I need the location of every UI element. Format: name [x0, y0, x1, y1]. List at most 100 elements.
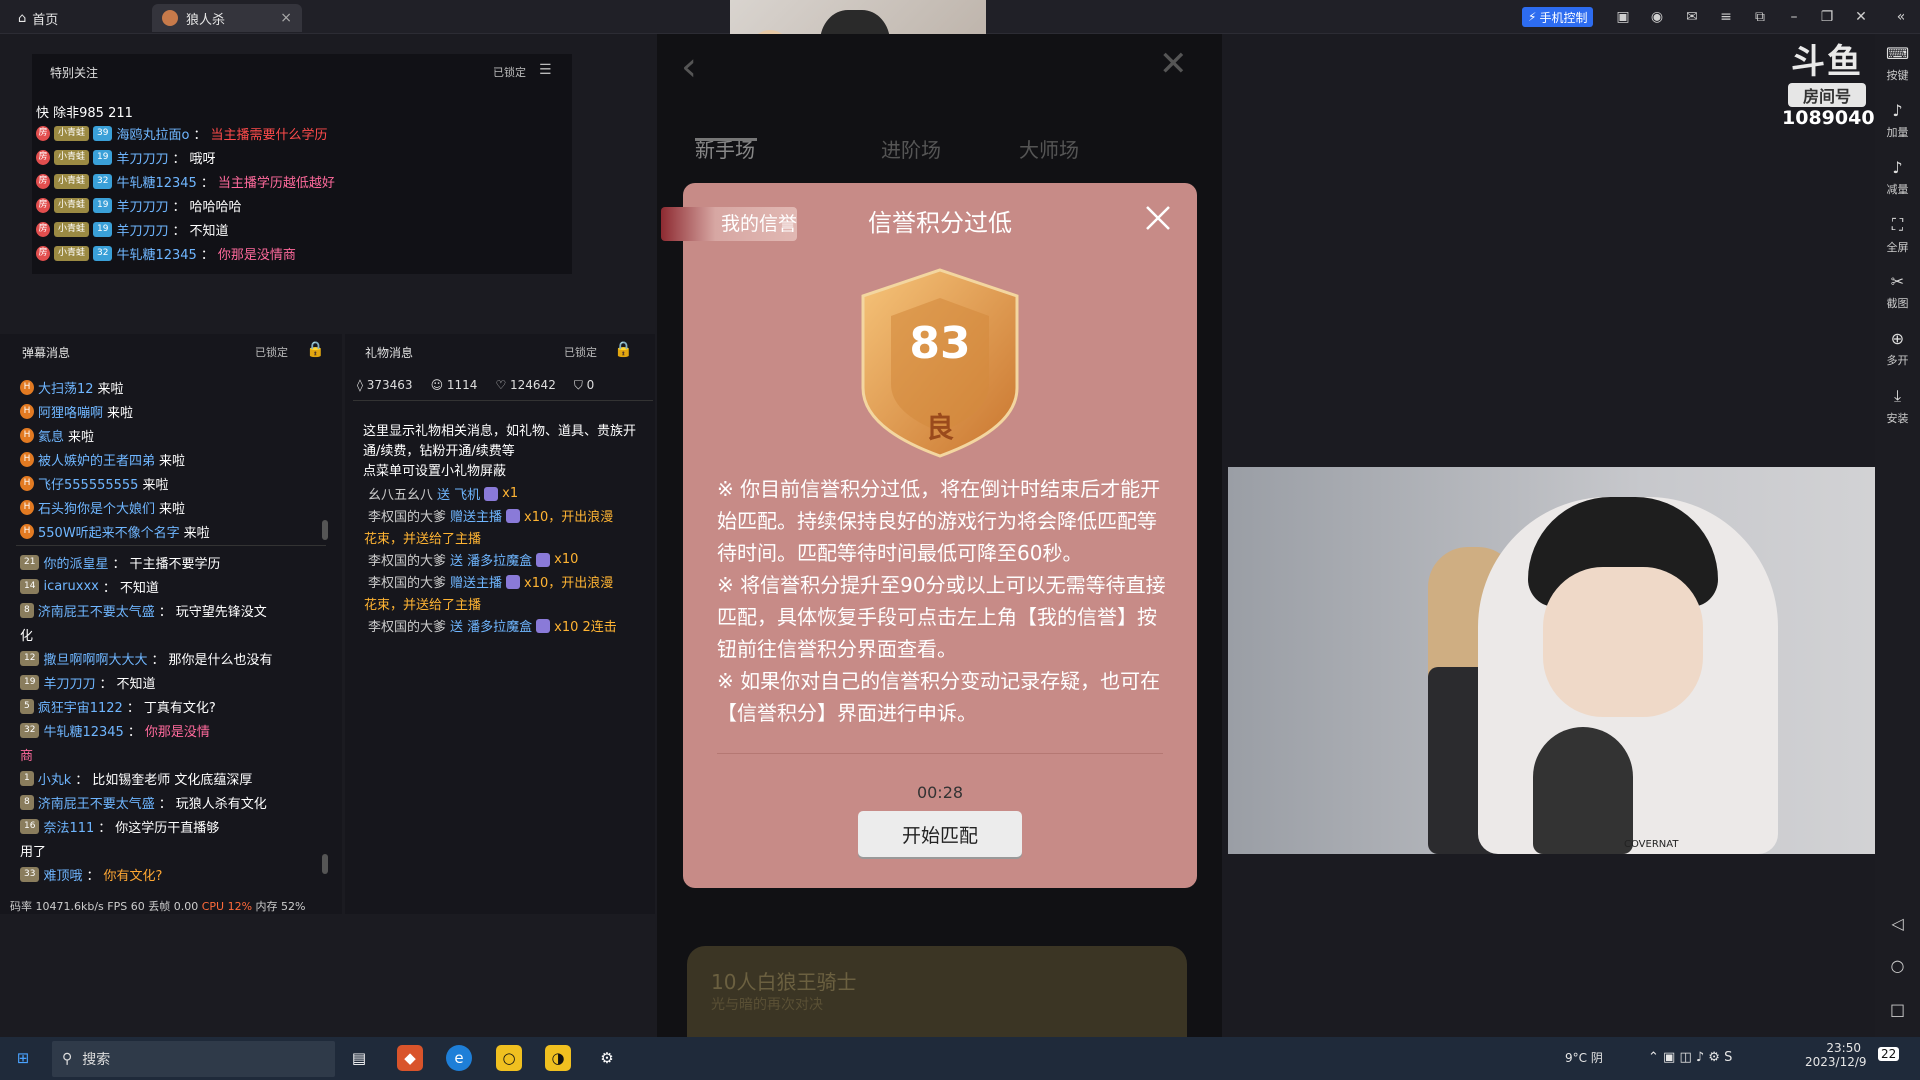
username[interactable]: icaruxxx — [43, 579, 98, 594]
tab-home[interactable]: ⌂ 首页 — [18, 4, 58, 32]
windows-start-icon[interactable]: ⊞ — [10, 1045, 36, 1071]
username[interactable]: 氦息 — [38, 426, 64, 445]
enter-text: 来啦 — [142, 478, 169, 493]
close-icon[interactable]: ✕ — [1852, 8, 1870, 26]
username[interactable]: 羊刀刀刀 — [116, 220, 168, 239]
weather[interactable]: 9°C 阴 — [1565, 1049, 1603, 1066]
username[interactable]: 难顶哦 — [43, 865, 82, 884]
close-game-icon[interactable]: ✕ — [1159, 44, 1188, 84]
fan-badge: 小青蛙 — [54, 126, 90, 141]
username[interactable]: 济南屁王不要太气盛 — [38, 601, 155, 620]
douyu-app-icon[interactable]: ◆ — [397, 1045, 423, 1071]
lock-icon[interactable]: 🔒 — [614, 340, 633, 358]
pip-icon[interactable]: ⧉ — [1751, 8, 1769, 26]
menu-icon[interactable]: ☰ — [539, 62, 552, 78]
toolbar-item[interactable]: ✂ 截图 — [1875, 272, 1920, 311]
username[interactable]: 济南屁王不要太气盛 — [38, 793, 155, 812]
user-badge-icon: H — [20, 404, 34, 419]
room-badge: 房 — [36, 246, 50, 261]
lock-status[interactable]: 已锁定 — [564, 344, 597, 360]
gift-sender[interactable]: 幺八五幺八 — [368, 484, 433, 503]
gift-action: 送 潘多拉魔盒 — [450, 620, 533, 635]
username[interactable]: 550W听起来不像个名字 — [38, 522, 180, 541]
tab-master[interactable]: 大师场 — [1019, 134, 1079, 163]
obs-icon[interactable]: ○ — [496, 1045, 522, 1071]
username[interactable]: 撒旦啊啊啊大大大 — [43, 649, 147, 668]
username[interactable]: 大扫荡12 — [38, 378, 94, 397]
toolbar-item[interactable]: ⤓ 安装 — [1875, 386, 1920, 426]
toolbar-item[interactable]: ⛶ 全屏 — [1875, 215, 1920, 255]
user-icon[interactable]: ◉ — [1648, 8, 1666, 26]
enter-line: H 阿狸咯嘣啊 来啦 — [20, 402, 133, 421]
edge-icon[interactable]: e — [446, 1045, 472, 1071]
collapse-icon[interactable]: « — [1892, 8, 1910, 26]
username[interactable]: 疯狂宇宙1122 — [38, 697, 123, 716]
task-view-icon[interactable]: ▤ — [346, 1045, 372, 1071]
tray-icons[interactable]: ⌃ ▣ ◫ ♪ ⚙ S — [1648, 1050, 1732, 1065]
username[interactable]: 小丸k — [38, 769, 72, 788]
username[interactable]: 羊刀刀刀 — [43, 673, 95, 692]
username[interactable]: 石头狗你是个大娘们 — [38, 498, 155, 517]
toolbar-item[interactable]: ⌨ 按键 — [1875, 44, 1920, 83]
toolbar-item[interactable]: ♪ 减量 — [1875, 158, 1920, 197]
menu-icon[interactable]: ≡ — [1717, 8, 1735, 26]
chat-message: 玩守望先锋没文 — [175, 605, 267, 620]
lock-icon[interactable]: 🔒 — [306, 340, 325, 358]
level-badge: 14 — [20, 579, 40, 594]
taskbar-search[interactable]: ⚲ 搜索 — [52, 1041, 335, 1077]
username[interactable]: 羊刀刀刀 — [116, 196, 168, 215]
lock-status[interactable]: 已锁定 — [255, 344, 288, 360]
user-badge-icon: H — [20, 428, 34, 443]
gift-sender[interactable]: 李权国的大爹 — [368, 616, 446, 635]
username[interactable]: 牛轧糖12345 — [43, 721, 123, 740]
chat-app-icon[interactable]: ◑ — [545, 1045, 571, 1071]
colon: ： — [99, 677, 113, 692]
settings-gear-icon[interactable]: ⚙ — [594, 1045, 620, 1071]
recents-nav-icon[interactable]: □ — [1875, 1000, 1920, 1019]
toolbar-item[interactable]: ⊕ 多开 — [1875, 329, 1920, 368]
chat-message: 玩狼人杀有文化 — [175, 797, 267, 812]
notification-center[interactable]: 22 — [1878, 1047, 1900, 1061]
username[interactable]: 牛轧糖12345 — [116, 244, 196, 263]
phone-control-button[interactable]: ⚡ 手机控制 — [1522, 7, 1594, 27]
restore-icon[interactable]: ❐ — [1818, 8, 1836, 26]
close-modal-icon[interactable] — [1143, 203, 1173, 233]
clock[interactable]: 23:50 2023/12/9 — [1805, 1041, 1867, 1069]
gift-sender[interactable]: 李权国的大爹 — [368, 506, 446, 525]
gamepad-icon[interactable]: ▣ — [1614, 8, 1632, 26]
username[interactable]: 牛轧糖12345 — [116, 172, 196, 191]
username[interactable]: 阿狸咯嘣啊 — [38, 402, 103, 421]
gift-count: x10 — [554, 552, 579, 567]
scrollbar[interactable] — [322, 520, 328, 540]
flame-icon: ◊ — [357, 378, 367, 392]
back-nav-icon[interactable]: ◁ — [1875, 914, 1920, 933]
home-nav-icon[interactable]: ○ — [1875, 956, 1920, 975]
gift-line: 李权国的大爹 赠送主播 x10，开出浪漫 — [368, 572, 613, 591]
colon: ： — [98, 821, 112, 836]
lock-status[interactable]: 已锁定 — [493, 64, 526, 80]
mail-icon[interactable]: ✉ — [1683, 8, 1701, 26]
tab-advanced[interactable]: 进阶场 — [881, 134, 941, 163]
scrollbar[interactable] — [322, 854, 328, 874]
username[interactable]: 你的派皇星 — [43, 553, 108, 572]
close-tab-icon[interactable]: × — [280, 10, 292, 26]
username[interactable]: 奈法111 — [43, 817, 94, 836]
username[interactable]: 海鸥丸拉面o — [116, 124, 189, 143]
username[interactable]: 飞仔555555555 — [38, 474, 138, 493]
toolbar-item[interactable]: ♪ 加量 — [1875, 101, 1920, 140]
colon: ： — [102, 581, 116, 596]
tab-game[interactable]: 狼人杀 × — [152, 4, 302, 32]
start-match-button[interactable]: 开始匹配 — [858, 811, 1022, 857]
chat-message: 干主播不要学历 — [129, 557, 221, 572]
username[interactable]: 羊刀刀刀 — [116, 148, 168, 167]
back-arrow-icon[interactable]: ‹ — [681, 44, 697, 90]
gift-action: 赠送主播 — [450, 510, 503, 525]
gift-sender[interactable]: 李权国的大爹 — [368, 550, 446, 569]
minimize-icon[interactable]: – — [1785, 8, 1803, 26]
level-badge: 19 — [93, 198, 113, 213]
gift-sender[interactable]: 李权国的大爹 — [368, 572, 446, 591]
chat-message: 哈哈哈哈 — [189, 200, 242, 215]
chat-message: 化 — [20, 629, 34, 644]
username[interactable]: 被人嫉妒的王者四弟 — [38, 450, 155, 469]
colon: ： — [172, 152, 186, 167]
